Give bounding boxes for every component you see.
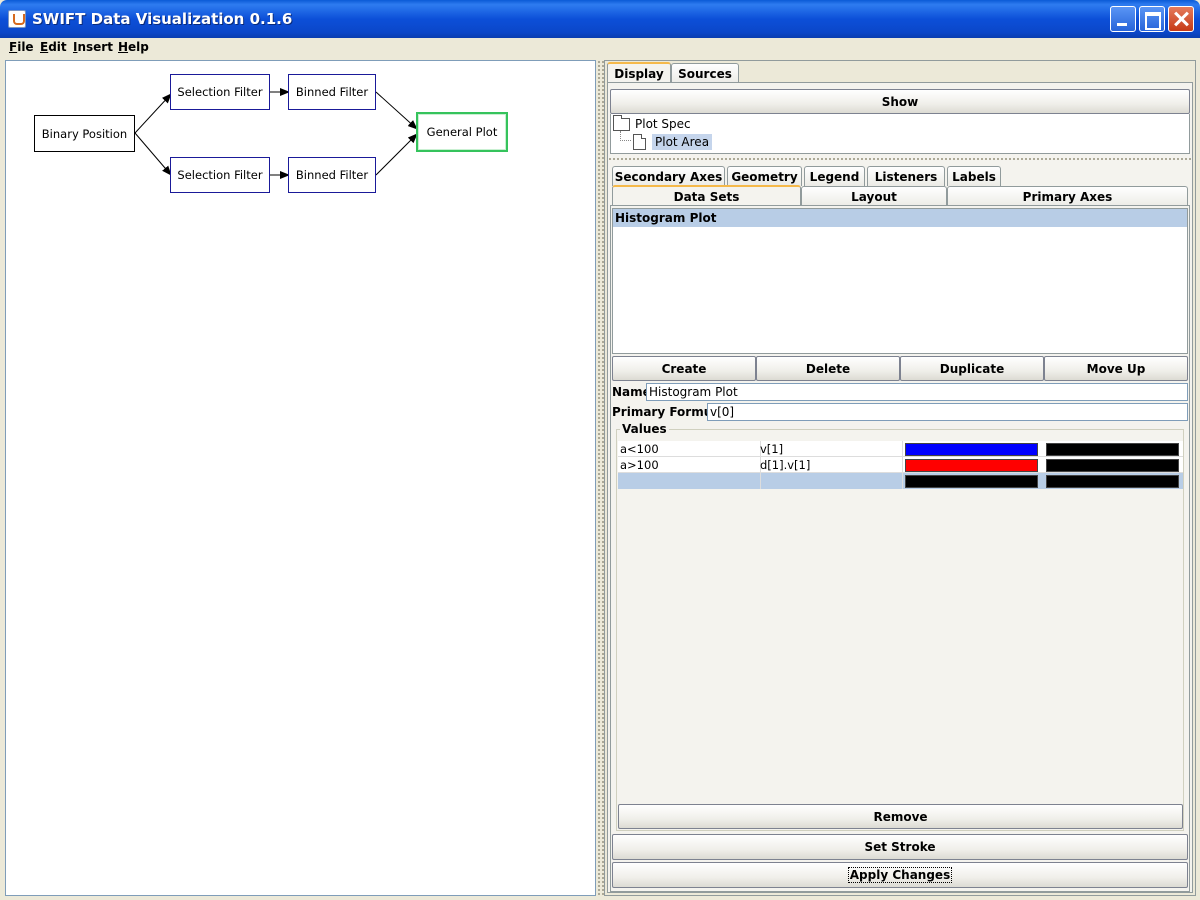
document-icon [633, 134, 646, 150]
tree-node-plot-spec[interactable]: Plot Spec [613, 114, 691, 131]
minimize-icon[interactable] [1110, 6, 1136, 32]
primary-formula-field[interactable]: v[0] [707, 403, 1188, 421]
tab-listeners[interactable]: Listeners [867, 166, 945, 186]
menu-insert[interactable]: Insert [73, 40, 113, 54]
edge-binary-to-selection-top [134, 93, 172, 134]
tab-geometry[interactable]: Geometry [727, 166, 802, 186]
fill-color-swatch[interactable] [905, 475, 1038, 488]
node-selection-filter-top[interactable]: Selection Filter [170, 74, 270, 110]
maximize-icon[interactable] [1139, 6, 1165, 32]
node-binned-filter-bottom[interactable]: Binned Filter [288, 157, 376, 193]
tab-display[interactable]: Display [607, 62, 671, 83]
tree-connector [620, 131, 631, 141]
values-group-title: Values [620, 422, 669, 436]
values-group: Values a<100 v[1] a>100 d[1].v[1] Remove [616, 422, 1184, 831]
formula-cell[interactable] [758, 473, 903, 489]
duplicate-button[interactable]: Duplicate [900, 356, 1044, 381]
formula-cell[interactable]: v[1] [758, 441, 903, 457]
menu-bar: File Edit Insert Help [0, 38, 1200, 58]
fill-color-swatch[interactable] [905, 459, 1038, 472]
data-set-list[interactable]: Histogram Plot [612, 208, 1188, 354]
tab-sources[interactable]: Sources [671, 63, 739, 83]
table-row[interactable]: a<100 v[1] [618, 441, 1183, 457]
window-title: SWIFT Data Visualization 0.1.6 [32, 10, 293, 28]
tab-primary-axes[interactable]: Primary Axes [947, 186, 1188, 206]
tab-secondary-axes[interactable]: Secondary Axes [612, 166, 725, 186]
name-field[interactable]: Histogram Plot [646, 383, 1188, 401]
set-stroke-button[interactable]: Set Stroke [612, 834, 1188, 860]
stroke-color-swatch[interactable] [1046, 459, 1179, 472]
split-pane-divider[interactable] [597, 60, 604, 896]
name-label: Name [612, 385, 651, 399]
node-binned-filter-top[interactable]: Binned Filter [288, 74, 376, 110]
node-general-plot[interactable]: General Plot [416, 112, 508, 152]
plot-spec-tree[interactable]: Plot Spec Plot Area [610, 114, 1190, 154]
apply-changes-button[interactable]: Apply Changes [612, 862, 1188, 888]
properties-panel: Display Sources Show Plot Spec Plot Area… [604, 60, 1196, 896]
close-icon[interactable] [1168, 6, 1194, 32]
vertical-split-divider[interactable] [608, 157, 1192, 162]
menu-file[interactable]: File [9, 40, 34, 54]
stroke-color-swatch[interactable] [1046, 475, 1179, 488]
tab-layout[interactable]: Layout [801, 186, 947, 206]
table-row[interactable]: a>100 d[1].v[1] [618, 457, 1183, 473]
menu-help[interactable]: Help [118, 40, 149, 54]
move-up-button[interactable]: Move Up [1044, 356, 1188, 381]
edge-binary-to-selection-bottom [134, 132, 172, 176]
delete-button[interactable]: Delete [756, 356, 900, 381]
values-table[interactable]: a<100 v[1] a>100 d[1].v[1] [618, 441, 1183, 489]
tab-data-sets[interactable]: Data Sets [612, 185, 801, 206]
show-button[interactable]: Show [610, 89, 1190, 114]
menu-edit[interactable]: Edit [40, 40, 67, 54]
display-tab-content: Show Plot Spec Plot Area Secondary Axes … [607, 82, 1193, 893]
edge-binned-top-to-plot [375, 91, 418, 130]
tab-labels[interactable]: Labels [947, 166, 1001, 186]
edge-binned-bottom-to-plot [375, 133, 418, 176]
node-selection-filter-bottom[interactable]: Selection Filter [170, 157, 270, 193]
remove-button[interactable]: Remove [618, 804, 1183, 829]
condition-cell[interactable]: a>100 [618, 457, 761, 473]
condition-cell[interactable] [618, 473, 761, 489]
list-item-selected[interactable]: Histogram Plot [613, 209, 1187, 227]
apply-changes-label: Apply Changes [847, 867, 953, 883]
java-app-icon[interactable] [8, 10, 26, 28]
table-row-selected[interactable] [618, 473, 1183, 489]
tree-node-label: Plot Spec [635, 117, 691, 131]
condition-cell[interactable]: a<100 [618, 441, 761, 457]
tab-legend[interactable]: Legend [804, 166, 865, 186]
window-title-bar[interactable]: SWIFT Data Visualization 0.1.6 [0, 0, 1200, 38]
tree-node-label-selected: Plot Area [652, 134, 713, 150]
node-binary-position[interactable]: Binary Position [34, 115, 135, 152]
create-button[interactable]: Create [612, 356, 756, 381]
formula-cell[interactable]: d[1].v[1] [758, 457, 903, 473]
fill-color-swatch[interactable] [905, 443, 1038, 456]
data-sets-tab-content: Histogram Plot Create Delete Duplicate M… [610, 205, 1190, 892]
stroke-color-swatch[interactable] [1046, 443, 1179, 456]
folder-icon [613, 114, 630, 131]
graph-canvas[interactable]: Binary Position Selection Filter Selecti… [5, 60, 596, 896]
tree-node-plot-area[interactable]: Plot Area [633, 134, 713, 150]
